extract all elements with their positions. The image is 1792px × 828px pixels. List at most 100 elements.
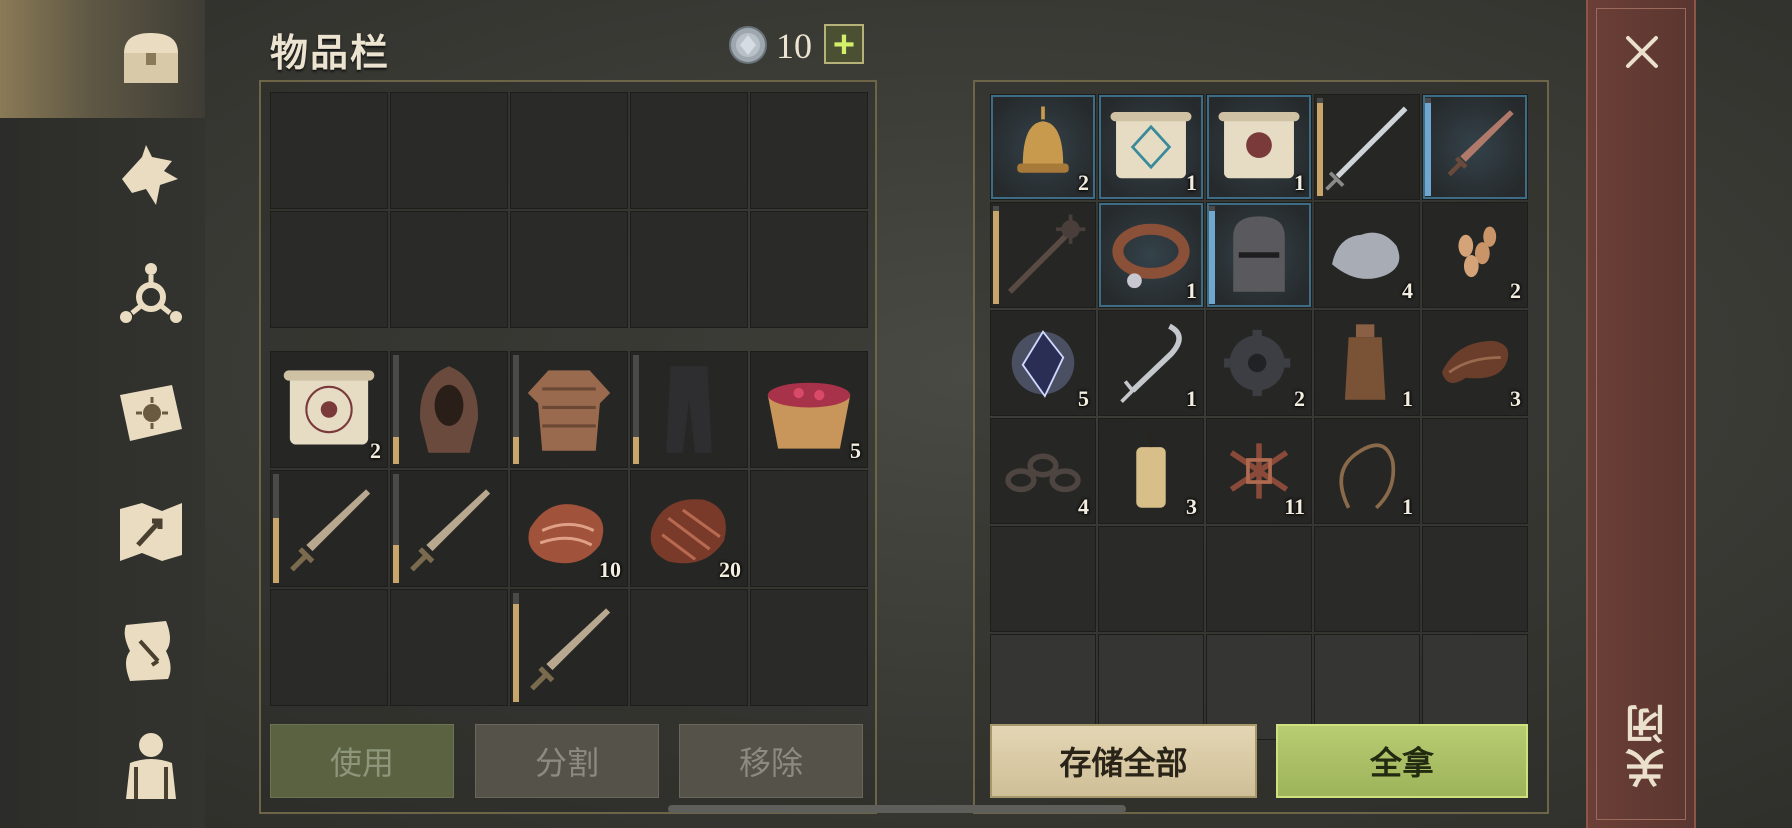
item-slot[interactable]: 3 <box>1098 418 1204 524</box>
take-all-button[interactable]: 全拿 <box>1276 724 1528 798</box>
item-slot[interactable] <box>990 202 1096 308</box>
item-slot[interactable]: 2 <box>990 94 1096 200</box>
storage-grid: 2 1 1 1 4 2 5 1 2 1 3 4 3 11 1 <box>990 94 1528 740</box>
item-slot[interactable]: 1 <box>1314 418 1420 524</box>
empty-slot[interactable] <box>1314 526 1420 632</box>
item-count: 1 <box>1294 170 1305 195</box>
empty-slot[interactable] <box>1422 418 1528 524</box>
durability-bar <box>393 544 399 583</box>
empty-slot[interactable] <box>750 211 868 328</box>
item-count: 1 <box>1186 386 1197 411</box>
item-slot[interactable] <box>1206 202 1312 308</box>
close-label[interactable]: 关闭 <box>1620 700 1671 788</box>
empty-slot[interactable] <box>630 589 748 706</box>
hood-icon <box>420 366 478 453</box>
sidebar-item-wolf[interactable] <box>105 132 197 224</box>
dagger-icon <box>1447 110 1514 177</box>
empty-slot[interactable] <box>390 589 508 706</box>
item-slot[interactable] <box>270 470 388 587</box>
empty-slot[interactable] <box>390 211 508 328</box>
item-slot[interactable] <box>1422 94 1528 200</box>
empty-slot[interactable] <box>1422 526 1528 632</box>
sidebar-item-chest[interactable] <box>105 12 197 104</box>
item-slot[interactable]: 3 <box>1422 310 1528 416</box>
coin-count: 10 <box>776 26 812 66</box>
empty-slot[interactable] <box>270 211 388 328</box>
remove-button[interactable]: 移除 <box>679 724 863 798</box>
inventory-grid: 2 5 10 20 <box>270 351 868 706</box>
item-slot[interactable]: 20 <box>630 470 748 587</box>
sidebar-item-sun-book[interactable] <box>105 368 197 460</box>
item-count: 1 <box>1402 494 1413 519</box>
item-slot[interactable]: 1 <box>1206 94 1312 200</box>
use-button[interactable]: 使用 <box>270 724 454 798</box>
scroll-indicator[interactable] <box>668 805 1126 813</box>
empty-slot[interactable] <box>750 92 868 209</box>
empty-slot[interactable] <box>510 92 628 209</box>
empty-slot[interactable] <box>750 470 868 587</box>
sidebar-item-quest-scroll[interactable] <box>105 604 197 696</box>
add-coins-button[interactable]: + <box>824 24 864 64</box>
item-count: 4 <box>1402 278 1413 303</box>
item-slot[interactable] <box>510 351 628 468</box>
longsword-icon <box>1325 106 1408 191</box>
durability-bar <box>1425 102 1431 196</box>
item-slot[interactable]: 11 <box>1206 418 1312 524</box>
durability-bar <box>393 436 399 464</box>
item-slot[interactable]: 4 <box>990 418 1096 524</box>
sidebar-item-map[interactable] <box>105 486 197 578</box>
item-slot[interactable]: 1 <box>1314 310 1420 416</box>
empty-slot[interactable] <box>270 92 388 209</box>
close-icon[interactable] <box>1620 30 1664 74</box>
empty-slot[interactable] <box>1206 526 1312 632</box>
pants-icon <box>666 366 712 453</box>
scroll-icon <box>283 370 375 445</box>
durability-bar <box>273 517 279 583</box>
item-slot[interactable]: 1 <box>1098 310 1204 416</box>
sidebar-item-character[interactable] <box>105 720 197 812</box>
item-slot[interactable] <box>390 470 508 587</box>
quest-scroll-icon <box>124 621 171 681</box>
store-all-button[interactable]: 存储全部 <box>990 724 1257 798</box>
sun-book-icon <box>120 385 182 441</box>
skills-icon <box>120 263 182 323</box>
item-slot[interactable] <box>1314 94 1420 200</box>
durability-bar <box>633 436 639 464</box>
skull-scroll-icon <box>1218 112 1300 179</box>
empty-slot[interactable] <box>1098 526 1204 632</box>
item-slot[interactable]: 2 <box>270 351 388 468</box>
collar-icon <box>1112 223 1190 289</box>
item-count: 10 <box>599 557 621 582</box>
item-slot[interactable]: 10 <box>510 470 628 587</box>
leather-icon <box>1441 340 1509 384</box>
empty-slot[interactable] <box>630 92 748 209</box>
empty-slot[interactable] <box>510 211 628 328</box>
durability-bar <box>513 603 519 702</box>
item-slot[interactable]: 1 <box>1098 202 1204 308</box>
item-slot[interactable] <box>630 351 748 468</box>
equipment-grid <box>270 92 868 328</box>
empty-slot[interactable] <box>990 526 1096 632</box>
wolf-icon <box>122 145 178 205</box>
item-slot[interactable] <box>510 589 628 706</box>
item-slot[interactable]: 2 <box>1422 202 1528 308</box>
sword-icon <box>290 489 371 572</box>
item-slot[interactable]: 5 <box>750 351 868 468</box>
item-slot[interactable] <box>390 351 508 468</box>
item-slot[interactable]: 1 <box>1098 94 1204 200</box>
sword-icon <box>530 608 611 691</box>
fork-icon <box>1120 323 1182 403</box>
sidebar-item-skills[interactable] <box>105 250 197 342</box>
item-count: 3 <box>1510 386 1521 411</box>
item-count: 2 <box>1294 386 1305 411</box>
chainmail-icon <box>527 370 611 451</box>
empty-slot[interactable] <box>750 589 868 706</box>
rope-icon <box>1339 443 1396 510</box>
empty-slot[interactable] <box>390 92 508 209</box>
item-slot[interactable]: 4 <box>1314 202 1420 308</box>
item-slot[interactable]: 5 <box>990 310 1096 416</box>
empty-slot[interactable] <box>270 589 388 706</box>
empty-slot[interactable] <box>630 211 748 328</box>
item-slot[interactable]: 2 <box>1206 310 1312 416</box>
split-button[interactable]: 分割 <box>475 724 659 798</box>
